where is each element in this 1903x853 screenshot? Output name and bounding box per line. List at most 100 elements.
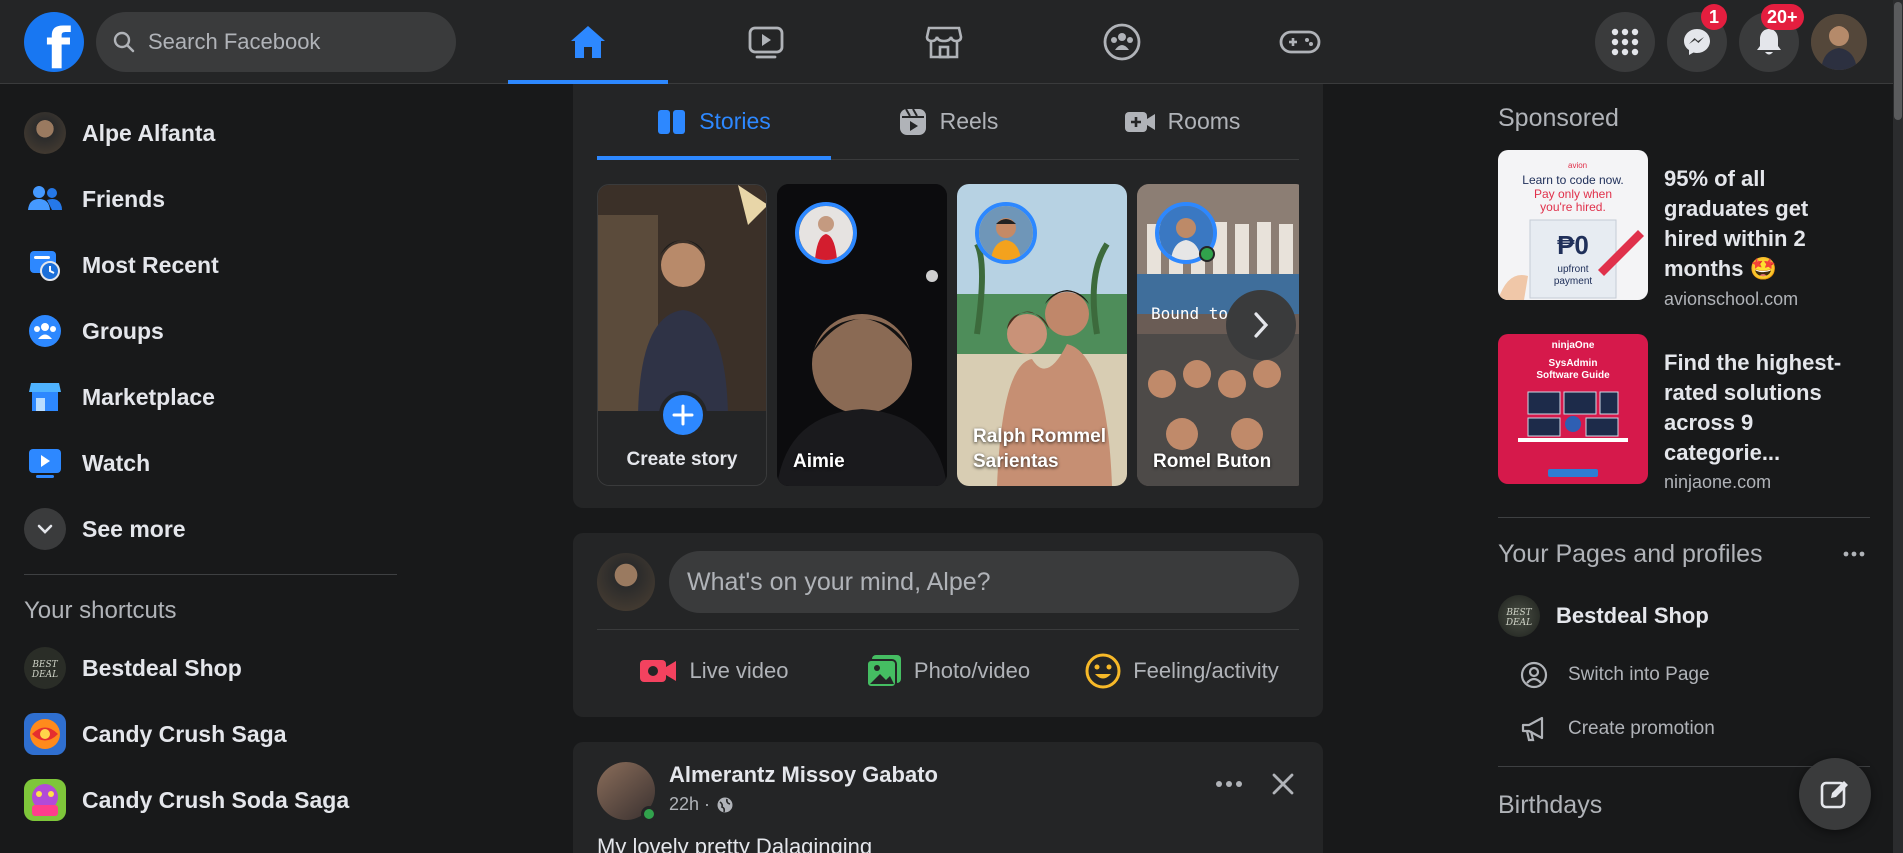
watch-icon [24,442,66,484]
main-nav [508,0,1380,84]
action-label: Live video [689,658,789,683]
nav-marketplace[interactable] [864,0,1024,84]
sponsored-ad-ninjaone[interactable]: ninjaOne SysAdmin Software Guide Find th… [1498,333,1872,494]
tab-label: Stories [699,108,771,134]
account-avatar[interactable] [1811,14,1867,70]
shortcut-label: Candy Crush Saga [82,720,287,747]
post-text: My lovely pretty Dalaginging [597,834,873,853]
story-author-name: Ralph Rommel Sarientas [973,426,1107,472]
search-box[interactable] [96,12,456,72]
top-bar: f 1 [0,0,1903,84]
profile-avatar [24,112,66,154]
create-story-photo [598,185,766,415]
svg-text:Software Guide: Software Guide [1536,370,1610,381]
nav-groups[interactable] [1042,0,1202,84]
chevron-right-icon [1254,312,1269,338]
story-author-name: Aimie [793,450,845,472]
status-input[interactable] [669,551,1299,613]
sidebar-item-profile[interactable]: Alpe Alfanta [12,100,402,166]
sidebar-item-marketplace[interactable]: Marketplace [12,364,402,430]
shortcut-label: Candy Crush Soda Saga [82,786,350,813]
story-author-name: Romel Buton [1153,450,1272,472]
composer-actions: Live video Photo/video Feeling/activity [597,639,1299,703]
ad-image: ninjaOne SysAdmin Software Guide [1498,333,1648,484]
post-timestamp[interactable]: 22h · [669,794,734,815]
create-promotion-button[interactable]: Create promotion [1498,702,1872,756]
sidebar-item-label: Friends [82,185,166,212]
page-bestdeal-shop[interactable]: BEST DEAL Bestdeal Shop [1498,584,1872,648]
sponsored-ad-avion[interactable]: avion Learn to code now. Pay only when y… [1498,150,1872,310]
tab-stories[interactable]: Stories [597,84,831,160]
scrollbar-thumb[interactable] [1894,2,1902,120]
create-story-card[interactable]: Create story [597,184,767,486]
home-icon [571,26,605,58]
action-label: Photo/video [913,658,1031,683]
stories-card: Stories Reels Rooms Create story Aimie R… [573,84,1323,508]
globe-icon [717,797,733,812]
svg-text:BEST: BEST [31,660,58,670]
stories-tabs: Stories Reels Rooms [597,84,1299,160]
nav-video[interactable] [686,0,846,84]
live-video-button[interactable]: Live video [597,639,831,703]
story-ralph[interactable]: Ralph Rommel Sarientas [957,184,1127,486]
reels-icon [899,108,926,135]
post-author-name[interactable]: Almerantz Missoy Gabato [669,762,938,788]
gaming-icon [1279,30,1321,54]
photo-icon [865,655,901,688]
svg-text:upfront: upfront [1557,264,1588,275]
chevron-down-icon [24,508,66,550]
composer-avatar[interactable] [597,553,655,611]
sidebar-item-see-more[interactable]: See more [12,496,402,562]
feeling-activity-button[interactable]: Feeling/activity [1065,639,1299,703]
pages-options-button[interactable] [1836,536,1872,572]
switch-into-page-button[interactable]: Switch into Page [1498,648,1872,702]
rooms-icon [1124,111,1155,132]
story-author-avatar [975,202,1037,264]
right-sidebar: Sponsored avion Learn to code now. Pay o… [1498,100,1872,820]
sidebar-item-label: Groups [82,317,164,344]
shortcut-candy-crush-saga[interactable]: Candy Crush Saga [12,701,402,767]
sidebar-item-groups[interactable]: Groups [12,298,402,364]
sidebar-item-label: Marketplace [82,383,215,410]
facebook-logo[interactable]: f [24,12,84,72]
sidebar-item-friends[interactable]: Friends [12,166,402,232]
profile-photo-icon [1811,14,1867,70]
post-hide-button[interactable] [1263,764,1303,804]
menu-button[interactable] [1595,12,1655,72]
sidebar-item-most-recent[interactable]: Most Recent [12,232,402,298]
feed-post: Almerantz Missoy Gabato 22h · My lovely … [573,742,1323,853]
nav-home[interactable] [508,0,668,84]
svg-text:Pay only when: Pay only when [1534,187,1612,201]
tab-reels[interactable]: Reels [831,84,1065,159]
header-actions: 1 20+ [1595,4,1903,72]
sidebar-item-label: Alpe Alfanta [82,119,216,146]
bell-icon [1757,29,1781,55]
sidebar-item-label: Watch [82,449,151,476]
left-sidebar: Alpe Alfanta Friends Most Recent Groups … [12,100,402,833]
sidebar-item-watch[interactable]: Watch [12,430,402,496]
tab-rooms[interactable]: Rooms [1065,84,1299,159]
svg-text:you're hired.: you're hired. [1540,200,1606,214]
shortcut-bestdeal-shop[interactable]: BEST DEAL Bestdeal Shop [12,635,402,701]
search-input[interactable] [148,29,428,55]
bestdeal-shop-logo: BEST DEAL [24,647,66,689]
post-more-options-button[interactable] [1209,764,1249,804]
photo-video-button[interactable]: Photo/video [831,639,1065,703]
svg-text:SysAdmin: SysAdmin [1549,358,1598,369]
groups-icon [24,310,66,352]
sidebar-divider [24,574,397,575]
plus-icon[interactable] [659,391,707,439]
stories-next-button[interactable] [1226,290,1296,360]
messenger-button[interactable]: 1 [1667,4,1727,72]
tab-label: Rooms [1167,108,1241,134]
shortcut-candy-crush-soda-saga[interactable]: Candy Crush Soda Saga [12,767,402,833]
ad-headline: Find the highest-rated solutions across … [1664,349,1842,465]
new-message-button[interactable] [1799,758,1871,830]
svg-text:payment: payment [1554,276,1593,287]
nav-gaming[interactable] [1220,0,1380,84]
notifications-button[interactable]: 20+ [1739,4,1804,72]
marketplace-icon [24,376,66,418]
scrollbar[interactable] [1893,0,1903,853]
story-aimie[interactable]: Aimie [777,184,947,486]
sidebar-item-label: Most Recent [82,251,219,278]
